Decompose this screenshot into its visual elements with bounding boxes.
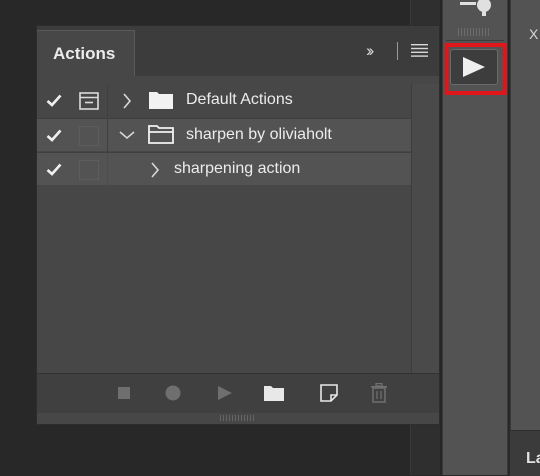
panel-resize-grip[interactable] — [220, 415, 254, 421]
folder-icon — [149, 92, 173, 109]
action-set-label: Default Actions — [186, 91, 293, 108]
record-icon[interactable] — [165, 385, 181, 406]
action-set-name-cell[interactable]: sharpen by oliviaholt — [107, 119, 411, 152]
action-row[interactable]: sharpening action — [37, 152, 411, 186]
action-name-cell[interactable]: sharpening action — [107, 153, 411, 186]
list-scrollbar[interactable] — [411, 84, 439, 373]
toggle-dialog-checkbox[interactable] — [71, 84, 107, 117]
right-panel — [510, 0, 540, 430]
empty-dialog-box — [79, 159, 99, 180]
action-label: sharpening action — [174, 160, 301, 177]
checkmark-icon — [46, 163, 62, 176]
toggle-item-checkbox[interactable] — [37, 153, 71, 186]
empty-dialog-box — [79, 125, 99, 146]
chevron-right-icon[interactable] — [150, 162, 160, 178]
dock-separator — [446, 40, 504, 41]
play-icon[interactable] — [217, 385, 233, 406]
brush-tool-icon[interactable] — [458, 0, 492, 16]
toggle-item-checkbox[interactable] — [37, 84, 71, 117]
checkmark-icon — [46, 129, 62, 142]
actions-list-empty-area — [37, 186, 411, 373]
action-set-row[interactable]: Default Actions — [37, 84, 411, 117]
toggle-item-checkbox[interactable] — [37, 119, 71, 152]
new-set-icon[interactable] — [263, 384, 285, 407]
chevron-down-icon[interactable] — [119, 130, 135, 140]
header-divider — [397, 42, 398, 60]
dock-grip[interactable] — [458, 28, 490, 36]
play-button-highlight — [445, 43, 507, 95]
stop-icon[interactable] — [117, 386, 131, 405]
folder-open-icon — [148, 125, 174, 144]
action-set-name-cell[interactable]: Default Actions — [107, 84, 411, 117]
trash-icon[interactable] — [370, 382, 388, 408]
checkmark-icon — [46, 94, 62, 107]
tab-actions-label: Actions — [53, 44, 116, 63]
action-set-label: sharpen by oliviaholt — [186, 126, 332, 143]
toggle-dialog-checkbox[interactable] — [71, 119, 107, 152]
layers-tab-label[interactable]: La — [526, 450, 540, 468]
action-set-row[interactable]: sharpen by oliviaholt — [37, 118, 411, 152]
right-panel-label: X — [529, 26, 539, 42]
dialog-icon — [79, 91, 99, 110]
toggle-dialog-checkbox[interactable] — [71, 153, 107, 186]
chevron-right-icon[interactable] — [122, 93, 132, 109]
collapse-panel-button[interactable]: ›› — [366, 41, 375, 61]
panel-menu-icon[interactable] — [411, 44, 428, 57]
new-action-icon[interactable] — [320, 384, 338, 407]
